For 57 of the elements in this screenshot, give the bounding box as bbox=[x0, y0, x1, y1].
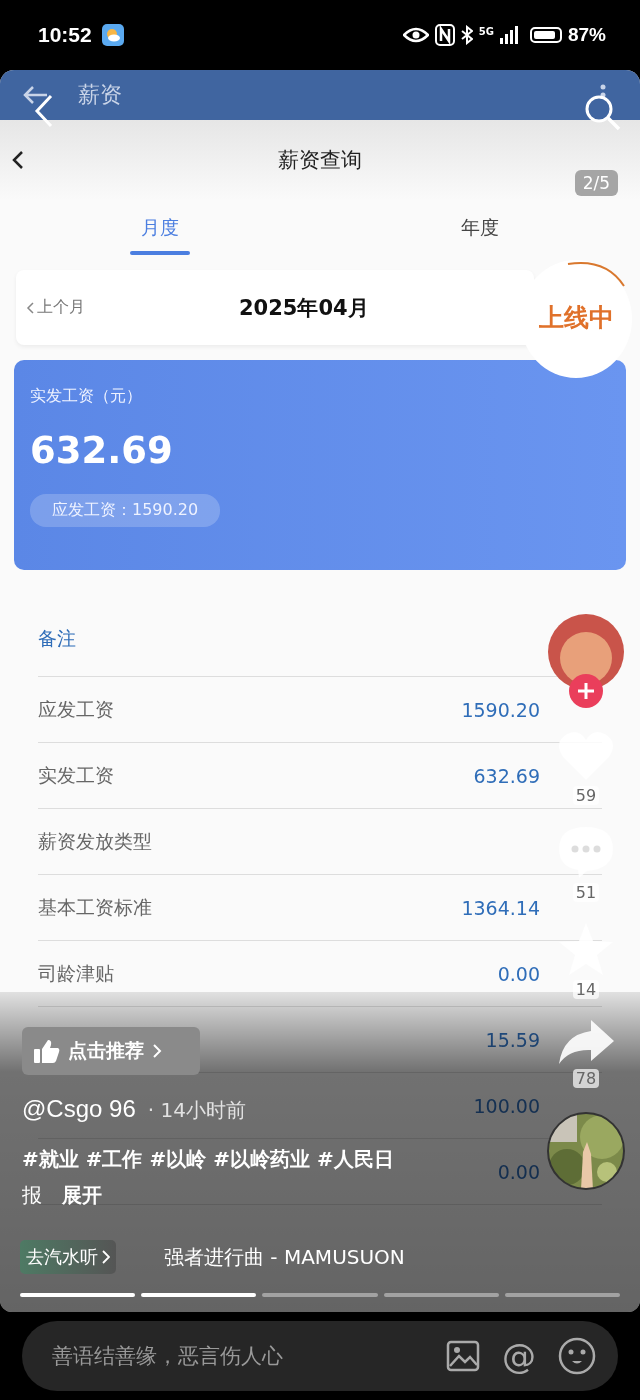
search-icon[interactable] bbox=[584, 94, 622, 132]
image-icon[interactable] bbox=[446, 1340, 480, 1372]
network-label: 5G bbox=[478, 25, 494, 37]
song-title: 强者进行曲 - MAMUSUON bbox=[164, 1243, 405, 1271]
row-value: 1590.20 bbox=[461, 698, 540, 721]
eye-icon bbox=[402, 27, 429, 43]
recommend-button[interactable]: 点击推荐 bbox=[22, 1027, 200, 1075]
current-month: 2025年04月 bbox=[239, 294, 369, 322]
app-title: 薪资 bbox=[78, 81, 122, 109]
author-name[interactable]: @Csgo 96 bbox=[22, 1095, 136, 1123]
battery-percent: 87% bbox=[567, 24, 606, 46]
row-value: 0.00 bbox=[497, 962, 540, 985]
hashtags: #就业 #工作 #以岭 #以岭药业 #人民日 bbox=[22, 1146, 394, 1173]
chevron-right-icon bbox=[152, 1043, 162, 1059]
post-time: · 14小时前 bbox=[147, 1097, 246, 1124]
action-count: 14 bbox=[572, 980, 600, 999]
page-counter: 2/5 bbox=[574, 170, 618, 196]
action-count: 59 bbox=[572, 786, 600, 805]
page-title: 薪资查询 bbox=[278, 147, 362, 174]
row-value: 1364.14 bbox=[461, 896, 540, 919]
follow-icon[interactable] bbox=[569, 674, 603, 708]
remark-label: 备注 bbox=[38, 626, 76, 651]
weather-icon bbox=[101, 24, 124, 46]
row-label: 基本工资标准 bbox=[38, 894, 152, 920]
chevron-left-icon bbox=[26, 301, 34, 314]
row-label: 实发工资 bbox=[38, 762, 114, 788]
listen-button[interactable]: 去汽水听 bbox=[20, 1240, 116, 1274]
tab[interactable]: 年度 bbox=[320, 200, 640, 255]
share-icon[interactable] bbox=[557, 1019, 615, 1065]
gross-salary-pill: 应发工资：1590.20 bbox=[30, 494, 221, 527]
net-salary-amount: 632.69 bbox=[30, 429, 173, 472]
back-arrow-icon[interactable] bbox=[22, 85, 48, 105]
back-icon[interactable] bbox=[12, 150, 24, 170]
action-count: 78 bbox=[572, 1069, 600, 1088]
clock: 10:52 bbox=[38, 23, 92, 47]
thumbs-up-icon bbox=[34, 1039, 60, 1063]
row-value: 15.59 bbox=[485, 1028, 540, 1051]
bluetooth-icon bbox=[460, 25, 473, 45]
signal-icon bbox=[499, 26, 518, 44]
row-label: 薪资发放类型 bbox=[38, 828, 152, 854]
row-value: 0.00 bbox=[497, 1160, 540, 1183]
row-label: 应发工资 bbox=[38, 696, 114, 722]
previous-month-button[interactable]: 上个月 bbox=[16, 297, 95, 318]
tab[interactable]: 月度 bbox=[0, 200, 320, 255]
card-caption: 实发工资（元） bbox=[30, 386, 142, 407]
mention-button[interactable]: @ bbox=[502, 1336, 536, 1376]
row-value: 632.69 bbox=[473, 764, 540, 787]
nfc-icon bbox=[434, 24, 455, 46]
chevron-right-icon bbox=[102, 1250, 110, 1264]
battery-icon bbox=[529, 27, 562, 43]
expand-link[interactable]: 展开 bbox=[62, 1182, 102, 1209]
action-count: 51 bbox=[572, 883, 600, 902]
emoji-icon[interactable] bbox=[558, 1337, 596, 1375]
row-label: 司龄津贴 bbox=[38, 960, 114, 986]
row-value: 100.00 bbox=[473, 1094, 540, 1117]
hashtags: 报 bbox=[22, 1182, 42, 1209]
comment-field[interactable]: 善语结善缘，恶言伤人心 @ bbox=[22, 1321, 618, 1391]
